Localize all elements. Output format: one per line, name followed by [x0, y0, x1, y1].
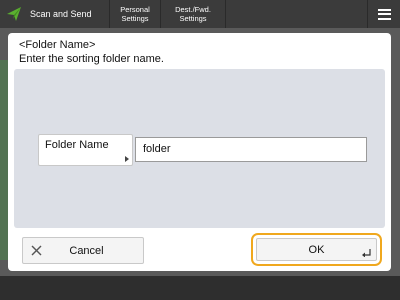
cancel-label: Cancel [69, 244, 104, 257]
bottom-bar [0, 276, 400, 300]
corner-arrow-icon [125, 156, 129, 162]
ok-label: OK [308, 243, 325, 256]
personal-settings-button[interactable]: Personal Settings [110, 0, 161, 28]
scan-and-send-label: Scan and Send [30, 9, 92, 19]
dest-fwd-settings-button[interactable]: Dest./Fwd. Settings [161, 0, 226, 28]
folder-name-field-button[interactable]: Folder Name [38, 134, 133, 166]
enter-icon [362, 249, 371, 257]
top-bar-spacer [226, 0, 367, 28]
folder-name-input[interactable]: folder [135, 137, 367, 162]
folder-name-dialog: <Folder Name> Enter the sorting folder n… [8, 33, 391, 271]
ok-button[interactable]: OK [256, 238, 377, 261]
menu-button[interactable] [367, 0, 400, 28]
ok-focus-ring: OK [251, 233, 382, 266]
menu-icon [377, 8, 391, 20]
send-icon [7, 7, 21, 21]
close-icon [31, 245, 42, 256]
cancel-button[interactable]: Cancel [22, 237, 144, 264]
dest-fwd-settings-label: Dest./Fwd. Settings [175, 5, 211, 23]
dialog-title: <Folder Name> [19, 39, 96, 51]
scan-and-send-button[interactable]: Scan and Send [0, 0, 110, 28]
dialog-instruction: Enter the sorting folder name. [19, 53, 164, 65]
top-bar: Scan and Send Personal Settings Dest./Fw… [0, 0, 400, 28]
personal-settings-label: Personal Settings [120, 5, 150, 23]
folder-name-label: Folder Name [45, 139, 109, 151]
